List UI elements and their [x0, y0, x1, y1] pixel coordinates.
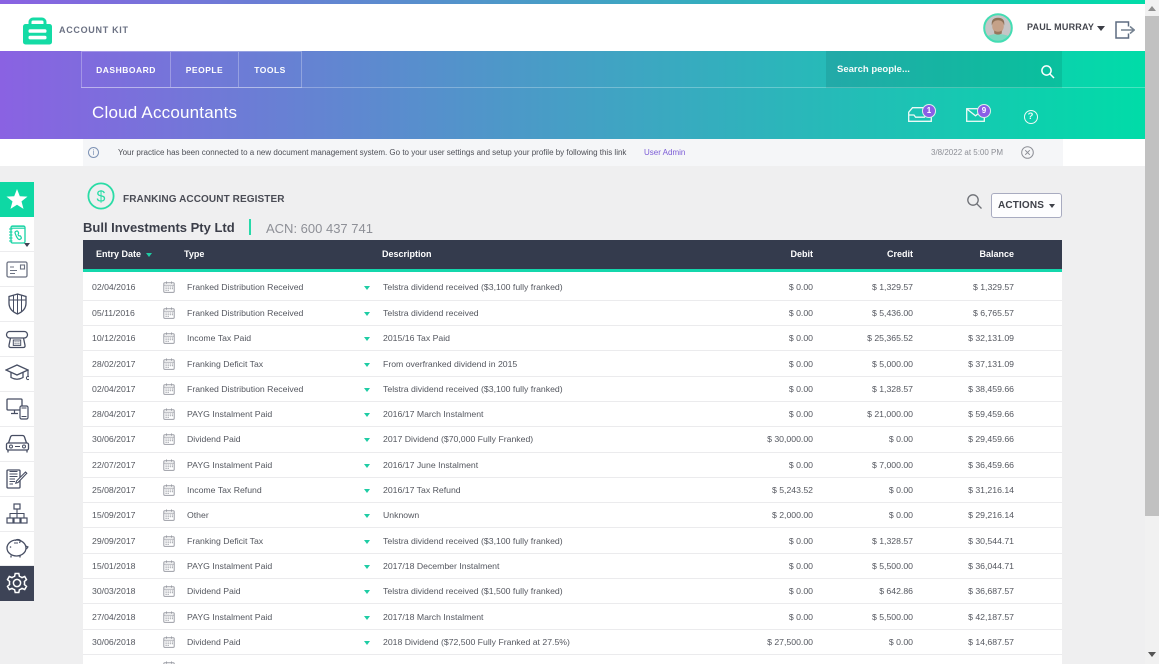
svg-text:$: $: [97, 189, 106, 206]
